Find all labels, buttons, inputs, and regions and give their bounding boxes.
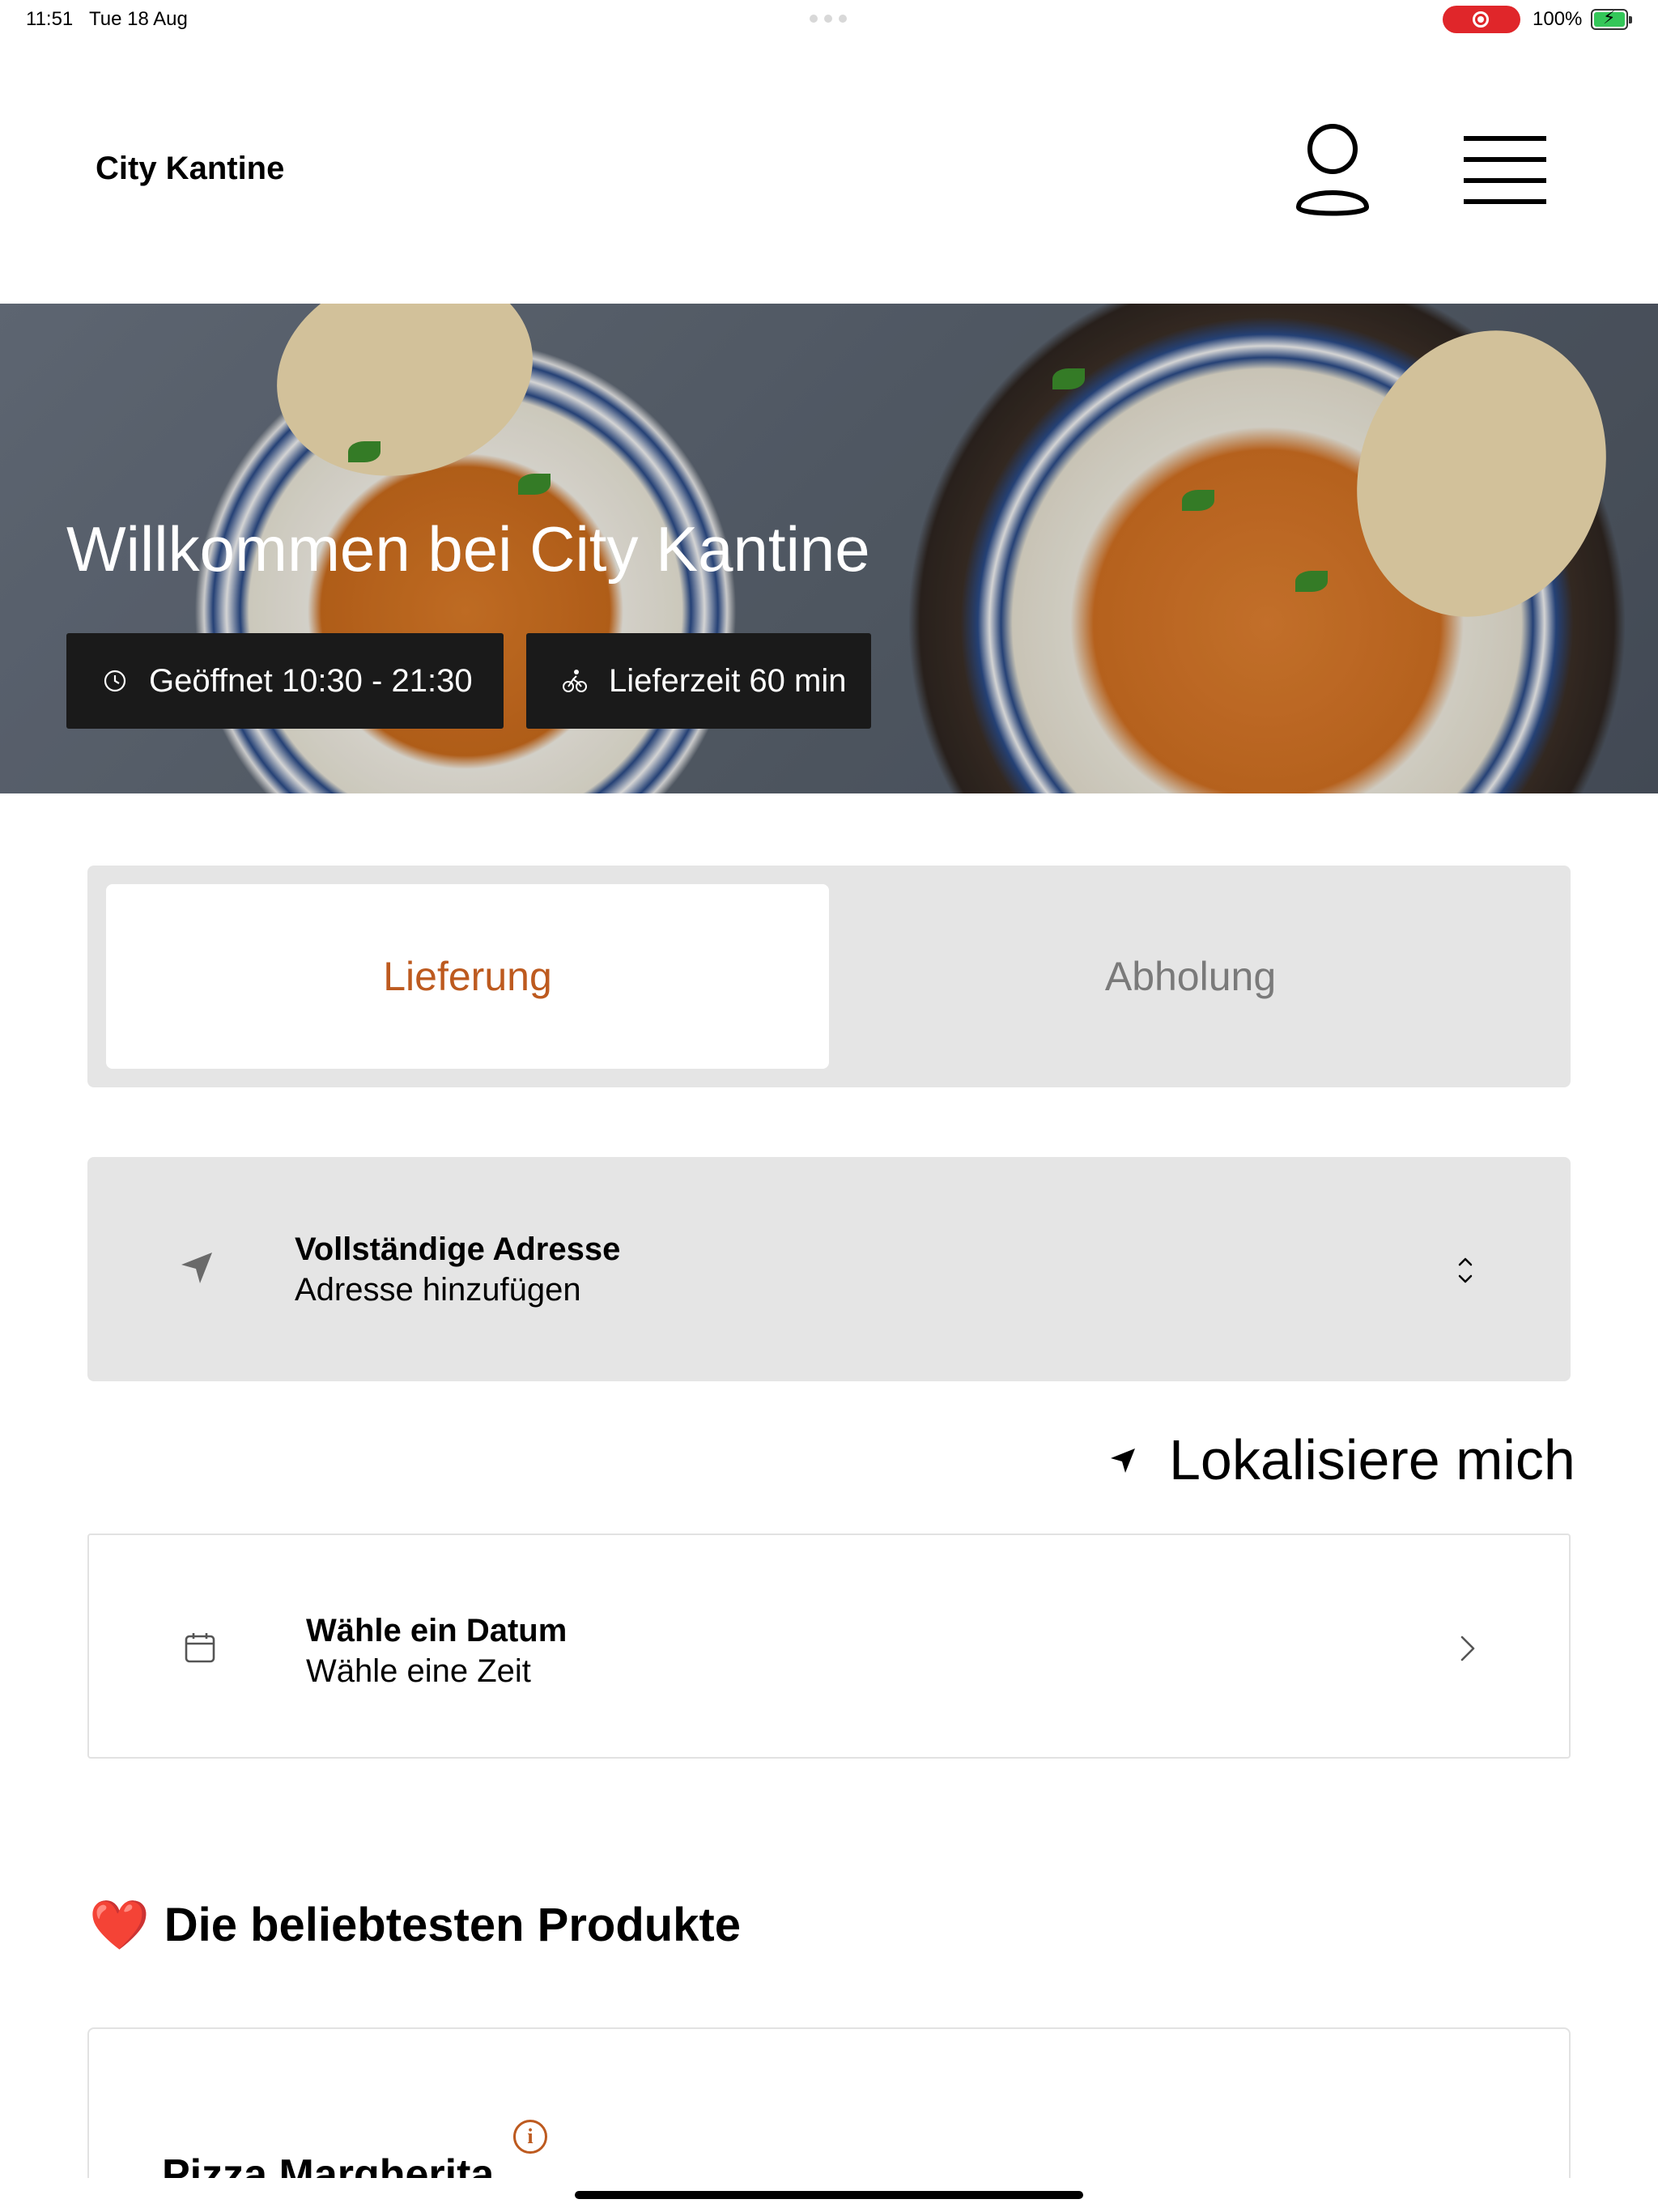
menu-button[interactable] (1464, 136, 1546, 204)
home-indicator[interactable] (575, 2191, 1083, 2199)
multitasking-dots-icon[interactable] (810, 15, 847, 23)
order-type-segmented-control: Lieferung Abholung (87, 866, 1571, 1087)
delivery-time-badge: Lieferzeit 60 min (526, 633, 871, 729)
delivery-time-label: Lieferzeit 60 min (609, 662, 847, 699)
status-bar: 11:51 Tue 18 Aug 100% (0, 0, 1658, 39)
popular-products-heading: ❤️ Die beliebtesten Produkte (89, 1898, 741, 1952)
address-subtitle: Adresse hinzufügen (295, 1272, 581, 1308)
calendar-icon (183, 1631, 217, 1669)
hero-title: Willkommen bei City Kantine (66, 513, 870, 585)
time-subtitle: Wähle eine Zeit (306, 1653, 531, 1689)
status-time: 11:51 (26, 8, 74, 30)
date-time-selector[interactable]: Wähle ein Datum Wähle eine Zeit (87, 1534, 1571, 1759)
info-icon[interactable]: i (513, 2120, 547, 2154)
tab-delivery[interactable]: Lieferung (106, 884, 829, 1069)
opening-hours-badge: Geöffnet 10:30 - 21:30 (66, 633, 504, 729)
screen-recording-icon[interactable] (1443, 6, 1520, 33)
location-arrow-icon (180, 1251, 214, 1289)
chevron-right-icon (1449, 1631, 1485, 1670)
location-arrow-icon (1109, 1447, 1137, 1478)
battery-percentage: 100% (1533, 8, 1583, 30)
hero-banner: Willkommen bei City Kantine Geöffnet 10:… (0, 304, 1658, 793)
address-title: Vollständige Adresse (295, 1231, 621, 1267)
battery-icon (1591, 7, 1632, 30)
status-date: Tue 18 Aug (89, 8, 188, 30)
date-title: Wähle ein Datum (306, 1613, 568, 1648)
bike-icon (551, 668, 599, 694)
section-title-text: Die beliebtesten Produkte (164, 1899, 742, 1951)
heart-icon: ❤️ (89, 1897, 150, 1952)
chevron-up-down-icon (1448, 1253, 1483, 1292)
hamburger-icon (1464, 136, 1546, 141)
locate-me-label: Lokalisiere mich (1169, 1428, 1575, 1491)
clock-icon (91, 669, 139, 693)
opening-hours-label: Geöffnet 10:30 - 21:30 (149, 662, 473, 699)
app-title: City Kantine (96, 151, 285, 186)
tab-pickup[interactable]: Abholung (829, 884, 1552, 1069)
profile-button[interactable] (1292, 123, 1373, 220)
locate-me-button[interactable]: Lokalisiere mich (1109, 1423, 1575, 1496)
address-selector[interactable]: Vollständige Adresse Adresse hinzufügen (87, 1157, 1571, 1381)
person-icon (1296, 124, 1369, 216)
